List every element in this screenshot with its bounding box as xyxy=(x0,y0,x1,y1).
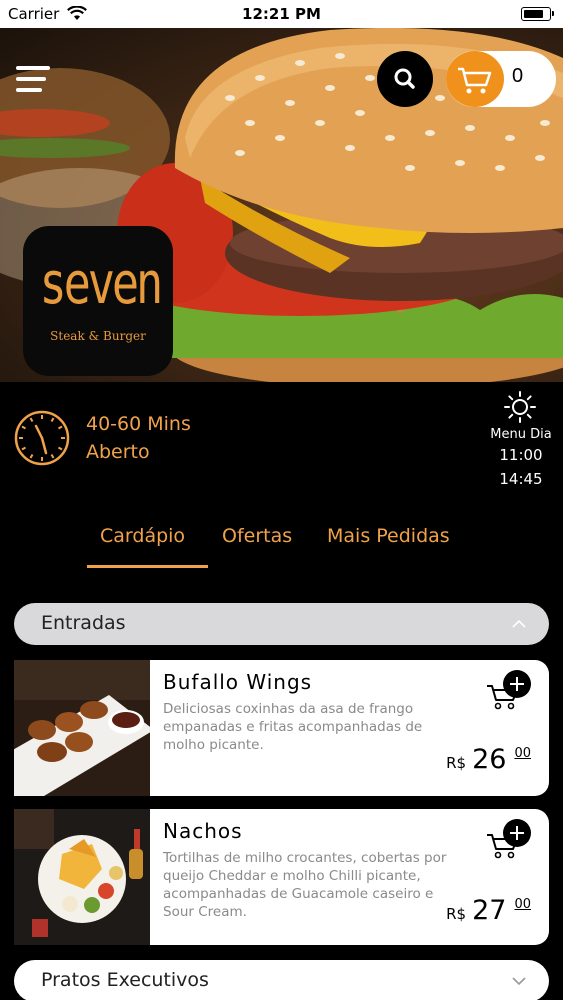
cart-icon xyxy=(458,67,492,94)
tab-mais-pedidas[interactable]: Mais Pedidas xyxy=(327,525,450,547)
item-price: R$ 26 00 xyxy=(446,744,531,775)
tab-cardapio[interactable]: Cardápio xyxy=(100,525,185,547)
price-decimal: 00 xyxy=(514,897,531,912)
price-integer: 27 xyxy=(472,895,507,926)
tab-ofertas[interactable]: Ofertas xyxy=(222,525,292,547)
section-title: Entradas xyxy=(41,612,126,634)
menu-item-card[interactable]: Bufallo Wings Deliciosas coxinhas da asa… xyxy=(14,660,549,796)
cart-count: 0 xyxy=(512,65,524,87)
item-description: Deliciosas coxinhas da asa de frango emp… xyxy=(163,701,423,753)
chevron-down-icon xyxy=(512,977,526,986)
price-currency: R$ xyxy=(446,754,467,772)
cart-button[interactable]: 0 xyxy=(446,51,556,107)
logo-subtitle: Steak & Burger xyxy=(50,329,146,343)
section-header-entradas[interactable]: Entradas xyxy=(14,603,549,645)
section-title: Pratos Executivos xyxy=(41,969,209,991)
hero-banner: 0 seven Steak & Burger xyxy=(0,28,563,382)
active-tab-indicator xyxy=(87,565,208,568)
menu-icon xyxy=(16,77,46,81)
status-bar: Carrier 12:21 PM xyxy=(0,0,563,28)
restaurant-logo: seven Steak & Burger xyxy=(23,226,173,376)
menu-start-time: 11:00 xyxy=(499,446,543,464)
item-name: Bufallo Wings xyxy=(163,670,313,694)
menu-end-time: 14:45 xyxy=(499,470,543,488)
open-status: Aberto xyxy=(86,441,150,463)
clock-icon xyxy=(14,410,70,466)
item-price: R$ 27 00 xyxy=(446,895,531,926)
clock-time: 12:21 PM xyxy=(242,5,321,23)
price-decimal: 00 xyxy=(514,746,531,761)
search-button[interactable] xyxy=(377,51,433,107)
menu-button[interactable] xyxy=(14,62,54,96)
cart-icon-circle xyxy=(446,51,504,107)
menu-day-label: Menu Dia xyxy=(490,427,552,442)
chevron-up-icon xyxy=(512,619,526,628)
delivery-time: 40-60 Mins xyxy=(86,413,191,435)
menu-icon xyxy=(16,66,50,70)
item-description: Tortilhas de milho crocantes, cobertas p… xyxy=(163,850,447,920)
sun-icon xyxy=(504,391,536,423)
bufallo-wings-photo xyxy=(14,660,150,796)
logo-word: seven xyxy=(39,249,164,317)
add-to-cart-icon[interactable] xyxy=(483,668,533,712)
price-currency: R$ xyxy=(446,905,467,923)
section-header-pratos-executivos[interactable]: Pratos Executivos xyxy=(14,960,549,1000)
search-icon xyxy=(394,68,415,89)
item-name: Nachos xyxy=(163,819,243,843)
menu-icon xyxy=(16,88,42,92)
menu-item-card[interactable]: Nachos Tortilhas de milho crocantes, cob… xyxy=(14,809,549,945)
battery-icon xyxy=(521,7,554,21)
add-to-cart-icon[interactable] xyxy=(483,817,533,861)
nachos-photo xyxy=(14,809,150,945)
price-integer: 26 xyxy=(472,744,507,775)
